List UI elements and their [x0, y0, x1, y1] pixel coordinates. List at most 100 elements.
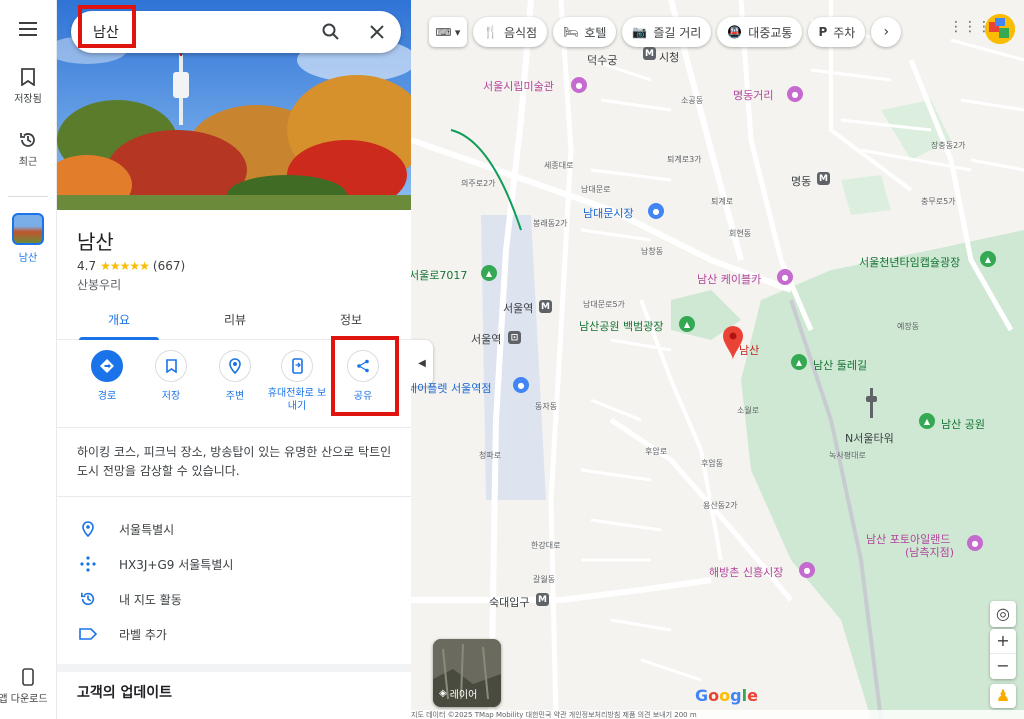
- map-label: 회현동: [729, 229, 752, 238]
- park-icon: ▲: [919, 413, 935, 429]
- map-label[interactable]: 명동거리: [733, 87, 773, 103]
- map-label[interactable]: 남산공원 백범광장: [579, 318, 663, 334]
- place-description: 하이킹 코스, 피크닉 장소, 방송탑이 있는 유명한 산으로 탁트인 도시 전…: [77, 445, 392, 478]
- info-row-activity[interactable]: 내 지도 활동: [77, 589, 397, 609]
- map-label: 녹사평대로: [829, 451, 866, 460]
- nearby-icon: [229, 358, 241, 374]
- market-icon: ●: [799, 562, 815, 578]
- history-icon: [20, 133, 35, 147]
- map-label[interactable]: (남측지점): [905, 544, 954, 560]
- map-label[interactable]: 서울역: [503, 300, 533, 316]
- attraction-icon: ●: [777, 269, 793, 285]
- map-label: 소공동: [681, 96, 704, 105]
- info-row-label[interactable]: 라벨 추가: [77, 624, 397, 644]
- zoom-out-button[interactable]: −: [990, 654, 1016, 679]
- chip-transit[interactable]: 🚇 대중교통: [717, 17, 803, 47]
- tab-about[interactable]: 정보: [311, 311, 391, 328]
- info-row-address[interactable]: 서울특별시: [77, 519, 397, 539]
- nearby-button[interactable]: 주변: [200, 350, 270, 402]
- chip-hotels[interactable]: 🛏 호텔: [553, 17, 617, 47]
- map-label[interactable]: N서울타워: [845, 430, 894, 446]
- map-label[interactable]: 덕수궁: [587, 52, 617, 68]
- chip-restaurants[interactable]: 🍴 음식점: [473, 17, 548, 47]
- transit-icon: 🚇: [727, 25, 743, 39]
- active-tab-indicator: [79, 337, 159, 340]
- restaurant-icon: 🍴: [483, 25, 498, 39]
- recent-place-namsan[interactable]: 남산: [0, 213, 56, 264]
- layers-button[interactable]: ◈ 레이어: [433, 639, 501, 707]
- close-icon[interactable]: [370, 25, 384, 39]
- recent-label: 최근: [18, 157, 38, 168]
- map-canvas[interactable]: ◀ ⌨ ▾ 🍴 음식점 🛏 호텔 📷 즐길 거리 🚇 대중교통 P 주차 › ⋮⋮⋮ 덕수…: [411, 0, 1024, 719]
- saved-button[interactable]: 저장됨: [0, 68, 56, 105]
- activity-text: 내 지도 활동: [119, 592, 182, 607]
- chip-label: 호텔: [584, 25, 607, 40]
- keyboard-icon: ⌨ ▾: [435, 25, 461, 39]
- rating-row[interactable]: 4.7 ★★★★★ (667): [77, 259, 185, 273]
- place-thumbnail: [12, 213, 44, 245]
- recent-place-label: 남산: [18, 253, 38, 264]
- map-label[interactable]: 명동: [791, 173, 811, 189]
- my-location-button[interactable]: ◎: [990, 601, 1016, 627]
- zoom-controls: + −: [990, 629, 1016, 679]
- divider: [57, 427, 411, 428]
- map-label[interactable]: 서울시립미술관: [483, 78, 554, 94]
- map-label: 예장동: [897, 322, 920, 331]
- bookmark-icon: [165, 359, 177, 373]
- save-button[interactable]: 저장: [136, 350, 206, 402]
- map-label[interactable]: 남대문시장: [583, 205, 634, 221]
- location-target-icon: ◎: [996, 604, 1010, 623]
- street-view-pegman[interactable]: ♟: [990, 684, 1016, 708]
- map-label[interactable]: 남산 공원: [941, 416, 985, 432]
- chip-things-to-do[interactable]: 📷 즐길 거리: [622, 17, 712, 47]
- map-label[interactable]: 서울역: [471, 331, 501, 347]
- place-category[interactable]: 산봉우리: [77, 276, 121, 293]
- send-to-phone-button[interactable]: 휴대전화로 보내기: [262, 350, 332, 413]
- chevron-left-icon: ◀: [418, 357, 426, 369]
- recent-button[interactable]: 최근: [0, 131, 56, 168]
- review-count[interactable]: (667): [153, 259, 185, 273]
- map-label[interactable]: 남산 케이블카: [697, 271, 761, 287]
- chevron-right-icon: ›: [883, 24, 890, 40]
- phone-icon: [22, 668, 34, 686]
- map-label[interactable]: 서울로7017: [411, 267, 467, 283]
- map-label[interactable]: 서울천년타임캡슐광장: [859, 254, 960, 270]
- camera-icon: 📷: [632, 25, 648, 39]
- save-label: 저장: [161, 391, 181, 402]
- share-highlight-box: [331, 336, 399, 416]
- map-label: 소월로: [737, 406, 760, 415]
- search-icon[interactable]: [322, 23, 340, 41]
- info-row-pluscode[interactable]: HX3J+G9 서울특별시: [77, 554, 397, 574]
- map-label: 장충동2가: [931, 141, 966, 150]
- train-icon: ⊡: [508, 331, 521, 344]
- chip-parking[interactable]: P 주차: [808, 17, 866, 47]
- tab-overview[interactable]: 개요: [79, 311, 159, 328]
- input-tools-button[interactable]: ⌨ ▾: [429, 17, 467, 47]
- directions-button[interactable]: 경로: [72, 350, 142, 402]
- menu-button[interactable]: [0, 22, 56, 36]
- hero-photo[interactable]: 남산: [57, 0, 411, 210]
- search-highlight-box: [78, 5, 136, 48]
- label-icon: [79, 628, 97, 640]
- tab-reviews[interactable]: 리뷰: [195, 311, 275, 328]
- map-label[interactable]: 세이플렛 서울역점: [411, 380, 491, 396]
- account-avatar[interactable]: [985, 14, 1015, 44]
- bookmark-icon: [21, 68, 35, 86]
- map-label[interactable]: 시청: [659, 49, 679, 65]
- more-chips-button[interactable]: ›: [871, 17, 902, 47]
- chip-label: 즐길 거리: [653, 25, 702, 40]
- download-app-button[interactable]: 앱 다운로드: [0, 668, 56, 705]
- place-title: 남산: [77, 230, 114, 254]
- history-icon: [80, 592, 95, 606]
- map-label[interactable]: 숙대입구: [489, 594, 529, 610]
- zoom-in-button[interactable]: +: [990, 629, 1016, 654]
- map-label[interactable]: 해방촌 신흥시장: [709, 564, 783, 580]
- map-label[interactable]: 남산: [739, 342, 759, 358]
- map-footer[interactable]: 지도 데이터 ©2025 TMap Mobility 대한민국 약관 개인정보처…: [411, 710, 1024, 719]
- section-divider: [57, 664, 411, 672]
- updates-heading: 고객의 업데이트: [77, 685, 173, 701]
- park-icon: ▲: [980, 251, 996, 267]
- attraction-icon: ●: [967, 535, 983, 551]
- phone-icon: [291, 358, 303, 374]
- map-label[interactable]: 남산 둘레길: [813, 357, 867, 373]
